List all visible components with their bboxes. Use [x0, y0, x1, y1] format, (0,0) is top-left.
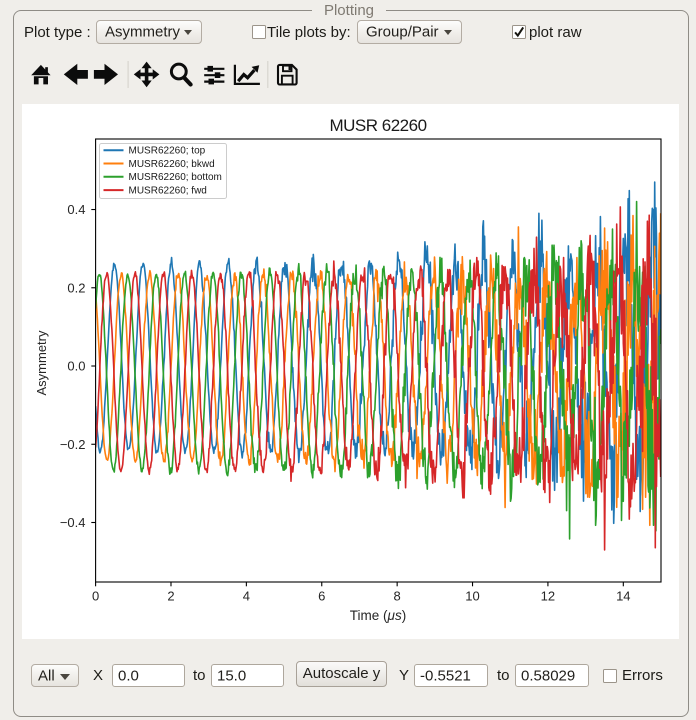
- svg-text:MUSR62260; bottom: MUSR62260; bottom: [129, 172, 222, 183]
- svg-text:6: 6: [318, 589, 325, 604]
- svg-text:Time (μs): Time (μs): [350, 608, 406, 623]
- svg-text:2: 2: [167, 589, 174, 604]
- svg-text:MUSR 62260: MUSR 62260: [329, 116, 426, 135]
- svg-text:12: 12: [541, 589, 555, 604]
- svg-text:0.4: 0.4: [67, 202, 85, 217]
- svg-text:0: 0: [92, 589, 99, 604]
- svg-text:−0.4: −0.4: [60, 515, 86, 530]
- svg-text:Asymmetry: Asymmetry: [34, 330, 49, 396]
- svg-text:4: 4: [243, 589, 250, 604]
- svg-text:MUSR62260; bkwd: MUSR62260; bkwd: [129, 159, 215, 170]
- svg-text:8: 8: [394, 589, 401, 604]
- svg-text:MUSR62260; top: MUSR62260; top: [129, 146, 206, 157]
- svg-text:0.2: 0.2: [67, 280, 85, 295]
- svg-text:−0.2: −0.2: [60, 437, 86, 452]
- svg-text:MUSR62260; fwd: MUSR62260; fwd: [129, 186, 207, 197]
- svg-text:0.0: 0.0: [67, 359, 85, 374]
- svg-text:14: 14: [616, 589, 630, 604]
- svg-text:10: 10: [465, 589, 479, 604]
